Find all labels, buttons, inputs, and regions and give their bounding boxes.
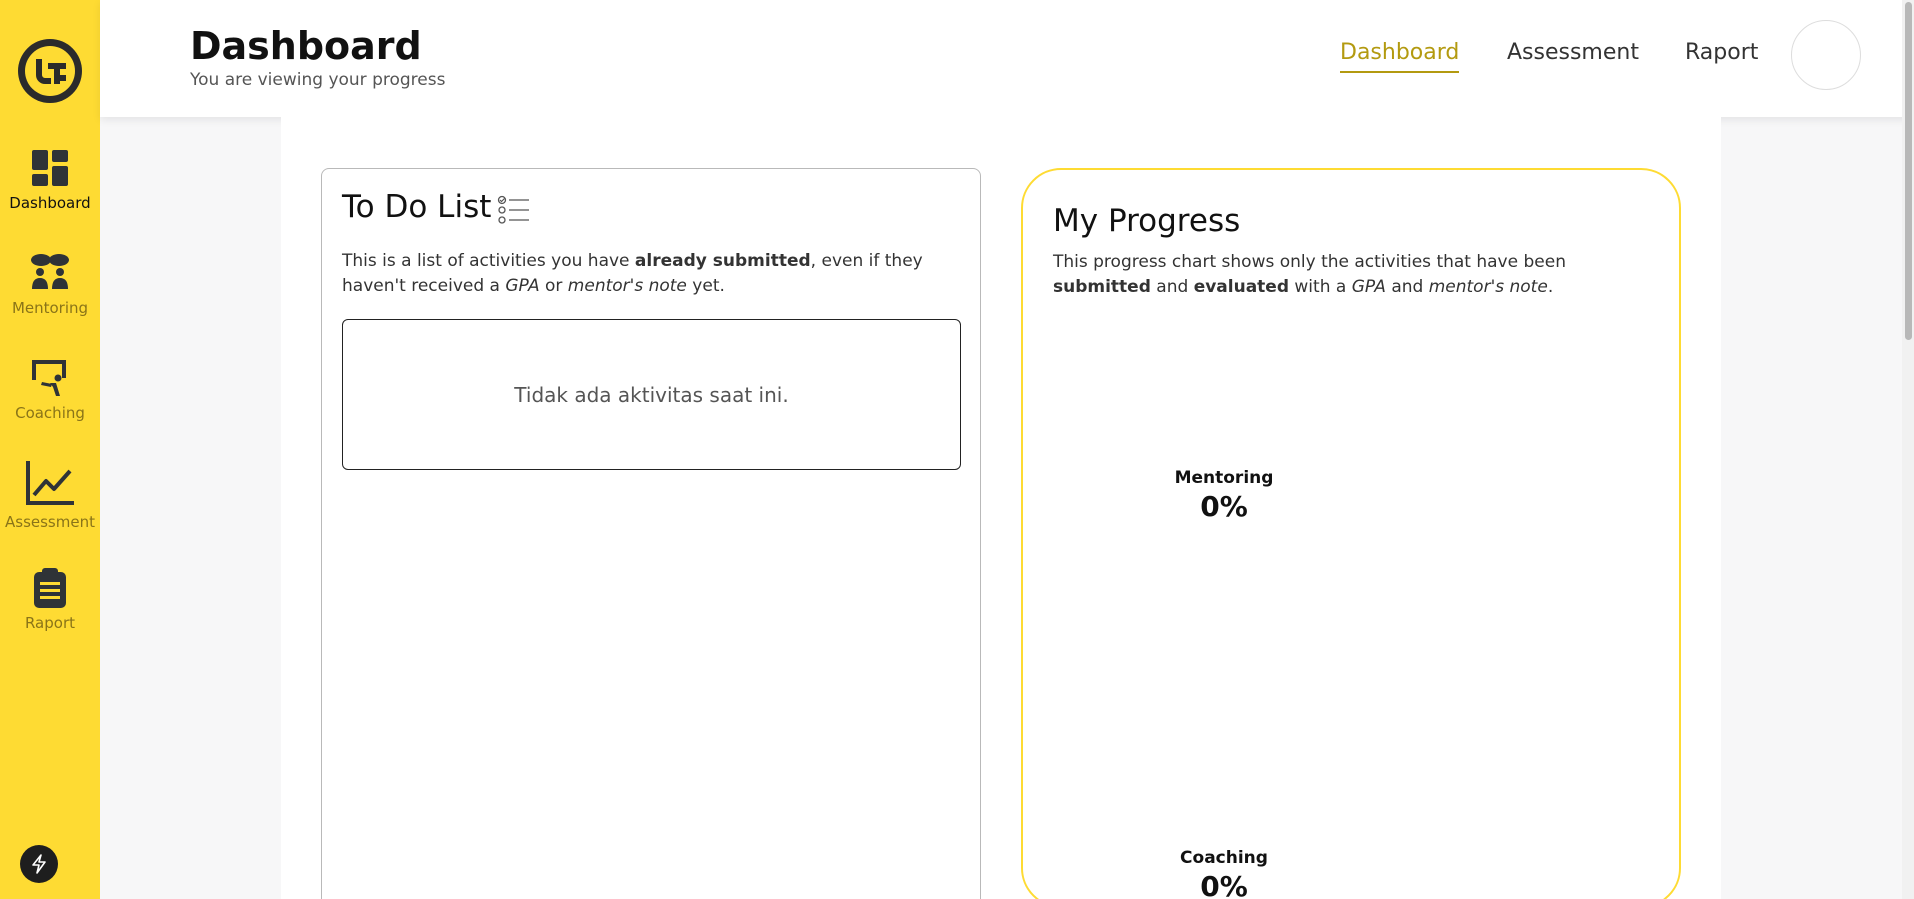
todo-title: To Do List: [342, 189, 492, 225]
metric-value: 0%: [1200, 870, 1248, 899]
scrollbar-thumb[interactable]: [1905, 2, 1912, 340]
progress-card: My Progress This progress chart shows on…: [1021, 168, 1681, 899]
sidebar-item-label: Mentoring: [11, 299, 89, 317]
page-subtitle: You are viewing your progress: [190, 70, 446, 90]
metric-label: Coaching: [1180, 848, 1268, 868]
sidebar-item-raport[interactable]: Raport: [0, 566, 100, 632]
sidebar: Dashboard Mentoring Coaching Assessment: [0, 0, 100, 899]
metric-value: 0%: [1200, 490, 1248, 523]
metric-mentoring: Mentoring 0%: [1124, 468, 1324, 523]
top-nav-raport[interactable]: Raport: [1685, 40, 1758, 65]
sidebar-item-label: Coaching: [15, 404, 85, 422]
page-title: Dashboard: [190, 24, 422, 68]
avatar[interactable]: [1791, 20, 1861, 90]
progress-description: This progress chart shows only the activ…: [1053, 252, 1566, 297]
page-scrollbar[interactable]: [1902, 0, 1914, 899]
mentoring-icon: [31, 254, 69, 289]
metric-label: Mentoring: [1174, 468, 1274, 488]
clipboard-icon: [34, 568, 66, 608]
metric-coaching: Coaching 0%: [1124, 848, 1324, 899]
todo-empty-state: Tidak ada aktivitas saat ini.: [342, 319, 961, 470]
todo-description: This is a list of activities you have al…: [342, 251, 923, 296]
bolt-icon: [32, 854, 46, 874]
chart-line-icon: [26, 461, 74, 505]
coaching-icon: [32, 360, 66, 396]
sidebar-item-coaching[interactable]: Coaching: [0, 356, 100, 422]
progress-title: My Progress: [1053, 203, 1241, 239]
top-nav-dashboard[interactable]: Dashboard: [1340, 40, 1460, 73]
top-header: Dashboard You are viewing your progress …: [100, 0, 1914, 117]
empty-state-text: Tidak ada aktivitas saat ini.: [514, 382, 789, 407]
bolt-button[interactable]: [20, 845, 58, 883]
sidebar-item-label: Dashboard: [9, 194, 91, 212]
sidebar-item-label: Raport: [24, 614, 76, 632]
sidebar-item-dashboard[interactable]: Dashboard: [0, 146, 100, 212]
top-nav-assessment[interactable]: Assessment: [1507, 40, 1639, 65]
sidebar-item-mentoring[interactable]: Mentoring: [0, 251, 100, 317]
main-content: To Do List This is a list of activities …: [281, 117, 1721, 899]
checklist-icon: [497, 195, 529, 224]
dashboard-icon: [32, 150, 68, 186]
sidebar-item-assessment[interactable]: Assessment: [0, 461, 100, 531]
sidebar-item-label: Assessment: [5, 513, 95, 531]
logo[interactable]: [18, 39, 82, 103]
todo-card: To Do List This is a list of activities …: [321, 168, 981, 899]
